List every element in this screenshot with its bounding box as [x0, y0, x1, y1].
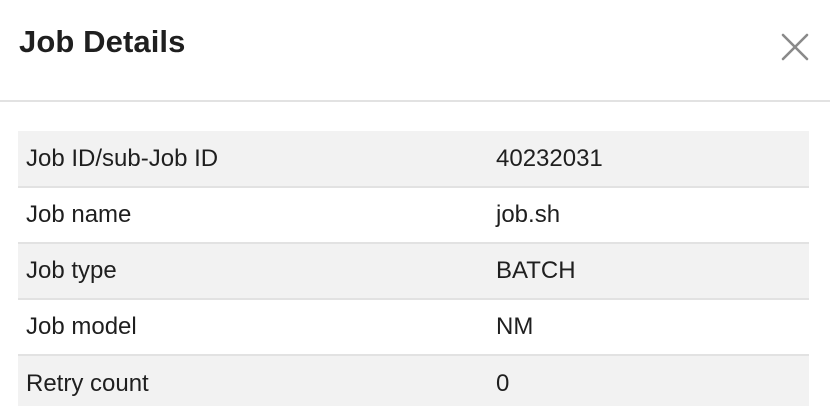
- row-value: NM: [496, 313, 534, 340]
- close-button[interactable]: [778, 30, 812, 64]
- row-label: Job model: [26, 313, 137, 340]
- row-value: 0: [496, 369, 510, 397]
- table-row: Job type BATCH: [18, 243, 809, 299]
- dialog-title: Job Details: [19, 24, 186, 59]
- table-row: Job model NM: [18, 299, 809, 355]
- row-label: Job ID/sub-Job ID: [26, 144, 219, 172]
- job-details-table: Job ID/sub-Job ID 40232031 Job name job.…: [18, 131, 809, 406]
- close-icon[interactable]: [780, 32, 810, 62]
- row-label: Job type: [26, 257, 117, 284]
- row-label: Job name: [26, 201, 132, 228]
- table-row: Job name job.sh: [18, 187, 809, 243]
- row-value: 40232031: [496, 144, 603, 172]
- row-value: job.sh: [496, 201, 561, 228]
- table-row: Job ID/sub-Job ID 40232031: [18, 131, 809, 187]
- dialog-header: Job Details: [0, 0, 830, 102]
- row-value: BATCH: [496, 257, 576, 284]
- table-row: Retry count 0: [18, 355, 809, 406]
- row-label: Retry count: [26, 369, 149, 397]
- job-details-dialog: Job Details Job ID/sub-Job ID 40232031 J…: [0, 0, 830, 406]
